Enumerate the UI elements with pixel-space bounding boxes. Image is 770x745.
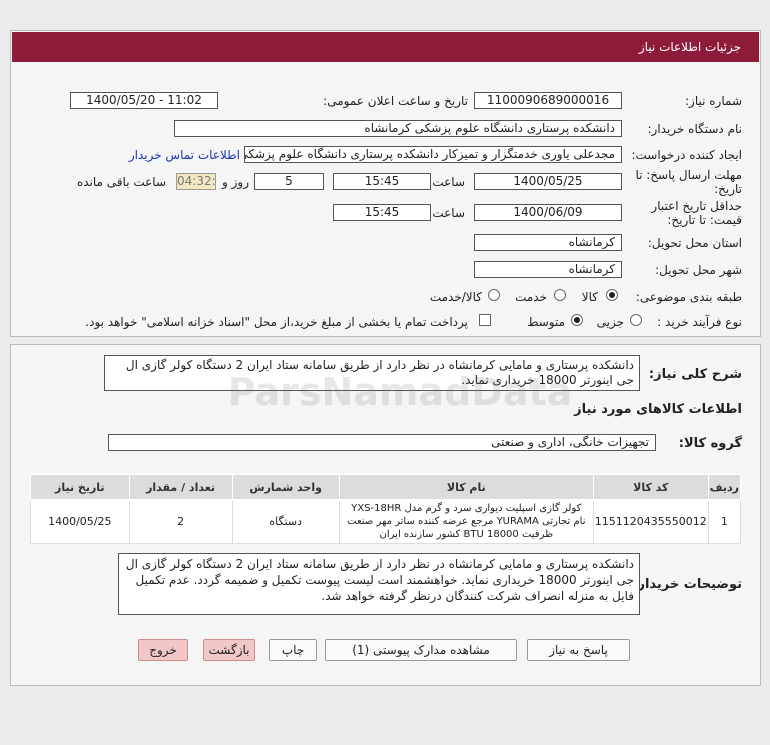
reply-button[interactable]: پاسخ به نیاز <box>527 639 630 661</box>
price-validity-label-2: قیمت: تا تاریخ: <box>667 213 742 227</box>
process-radio-minor[interactable] <box>630 314 642 326</box>
buyer-org-label: نام دستگاه خریدار: <box>647 122 743 136</box>
process-option-minor: جزیی <box>596 315 624 329</box>
reply-deadline-label-2: تاریخ: <box>714 182 742 196</box>
reply-days-field[interactable]: 5 <box>254 173 324 190</box>
buyer-notes-label: توضیحات خریدار: <box>632 577 742 592</box>
reply-days-label: روز و <box>222 175 249 189</box>
attachments-button[interactable]: مشاهده مدارک پیوستی (1) <box>325 639 517 661</box>
cell-date: 1400/05/25 <box>30 499 130 544</box>
cell-code: 1151120435550012 <box>592 499 709 544</box>
th-code: کد کالا <box>592 474 709 500</box>
cell-qty: 2 <box>128 499 233 544</box>
table-row[interactable]: 1 1151120435550012 کولر گازی اسپلیت دیوا… <box>30 499 742 544</box>
category-radio-goods-service[interactable] <box>488 289 500 301</box>
price-validity-date-field[interactable]: 1400/06/09 <box>474 204 622 221</box>
purchase-process-label: نوع فرآیند خرید : <box>657 315 742 329</box>
goods-group-label: گروه کالا: <box>678 436 742 451</box>
table-header-row: ردیف کد کالا نام کالا واحد شمارش تعداد /… <box>30 474 742 500</box>
treasury-note: پرداخت تمام یا بخشی از مبلغ خرید،از محل … <box>85 315 468 329</box>
need-number-label: شماره نیاز: <box>685 94 742 108</box>
buyer-notes-text[interactable]: دانشکده پرستاری و مامایی کرمانشاه در نظر… <box>118 553 640 615</box>
buyer-org-field[interactable]: دانشکده پرستاری دانشگاه علوم پزشکی کرمان… <box>174 120 622 137</box>
delivery-city-field[interactable]: کرمانشاه <box>474 261 622 278</box>
category-option-goods: کالا <box>581 290 598 304</box>
requester-label: ایجاد کننده درخواست: <box>631 148 742 162</box>
process-option-medium: متوسط <box>527 315 565 329</box>
reply-deadline-label: مهلت ارسال پاسخ: تا <box>635 168 742 182</box>
requester-field[interactable]: مجدعلی یاوری خدمتگزار و تمیزکار دانشکده … <box>244 146 622 163</box>
need-number-field[interactable]: 1100090689000016 <box>474 92 622 109</box>
category-label: طبقه بندی موضوعی: <box>635 290 742 304</box>
items-table: ردیف کد کالا نام کالا واحد شمارش تعداد /… <box>30 474 742 544</box>
summary-text[interactable]: دانشکده پرستاری و مامایی کرمانشاه در نظر… <box>104 355 640 391</box>
reply-date-field[interactable]: 1400/05/25 <box>474 173 622 190</box>
summary-label: شرح کلی نیاز: <box>648 367 742 382</box>
cell-row: 1 <box>707 499 742 544</box>
delivery-province-label: استان محل تحویل: <box>647 236 742 250</box>
announce-datetime-label: تاریخ و ساعت اعلان عمومی: <box>323 94 468 108</box>
th-qty: تعداد / مقدار <box>128 474 233 500</box>
category-option-goods-service: کالا/خدمت <box>429 290 482 304</box>
goods-section-title: اطلاعات کالاهای مورد نیاز <box>574 402 742 417</box>
th-unit: واحد شمارش <box>231 474 340 500</box>
print-button[interactable]: چاپ <box>269 639 317 661</box>
treasury-checkbox[interactable] <box>479 314 491 326</box>
goods-group-field[interactable]: تجهیزات خانگی، اداری و صنعتی <box>108 434 656 451</box>
price-validity-label: حداقل تاریخ اعتبار <box>651 199 742 213</box>
category-radio-service[interactable] <box>554 289 566 301</box>
category-radio-goods[interactable] <box>606 289 618 301</box>
th-date: تاریخ نیاز <box>30 474 130 500</box>
process-radio-medium[interactable] <box>571 314 583 326</box>
price-validity-time-field[interactable]: 15:45 <box>333 204 431 221</box>
cell-name: کولر گازی اسپلیت دیواری سرد و گرم مدل YX… <box>338 499 594 544</box>
announce-datetime-field[interactable]: 1400/05/20 - 11:02 <box>70 92 218 109</box>
reply-time-field[interactable]: 15:45 <box>333 173 431 190</box>
cell-unit: دستگاه <box>231 499 340 544</box>
remaining-time-label: ساعت باقی مانده <box>76 175 166 189</box>
th-name: نام کالا <box>338 474 594 500</box>
th-row: ردیف <box>707 474 742 500</box>
remaining-time-field: 04:32:52 <box>176 173 216 190</box>
exit-button[interactable]: خروج <box>138 639 188 661</box>
delivery-city-label: شهر محل تحویل: <box>655 263 742 277</box>
delivery-province-field[interactable]: کرمانشاه <box>474 234 622 251</box>
buyer-contact-link[interactable]: اطلاعات تماس خریدار <box>129 148 240 162</box>
page-title: جزئیات اطلاعات نیاز <box>12 32 759 62</box>
reply-time-label: ساعت <box>432 175 465 189</box>
back-button[interactable]: بازگشت <box>203 639 255 661</box>
category-option-service: خدمت <box>515 290 547 304</box>
price-validity-time-label: ساعت <box>432 206 465 220</box>
